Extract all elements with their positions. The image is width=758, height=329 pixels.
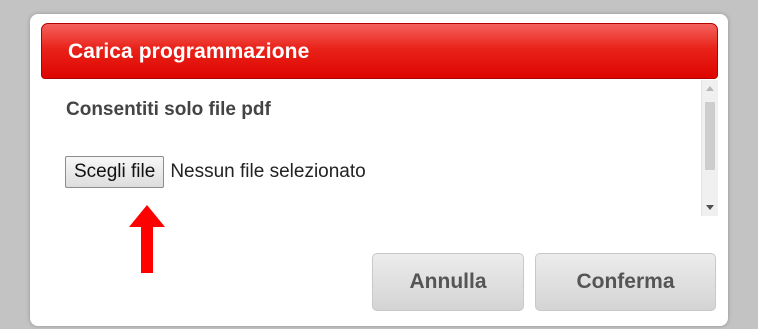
dialog-title-bar: Carica programmazione — [41, 23, 718, 79]
file-status-text: Nessun file selezionato — [170, 161, 366, 182]
choose-file-button[interactable]: Scegli file — [65, 156, 165, 188]
file-input[interactable]: Scegli file Nessun file selezionato — [65, 156, 366, 188]
confirm-button[interactable]: Conferma — [535, 253, 716, 311]
scroll-down-icon[interactable] — [706, 205, 714, 210]
content-scrollbar[interactable] — [701, 80, 718, 216]
red-arrow-up-icon — [129, 205, 165, 273]
dialog-content: Consentiti solo file pdf Scegli file Nes… — [41, 80, 718, 216]
scroll-thumb[interactable] — [705, 102, 715, 170]
dialog-title: Carica programmazione — [68, 40, 310, 63]
scroll-up-icon[interactable] — [706, 86, 714, 91]
upload-dialog: Carica programmazione Consentiti solo fi… — [30, 14, 728, 326]
allowed-files-label: Consentiti solo file pdf — [66, 99, 271, 120]
cancel-button[interactable]: Annulla — [372, 253, 524, 311]
